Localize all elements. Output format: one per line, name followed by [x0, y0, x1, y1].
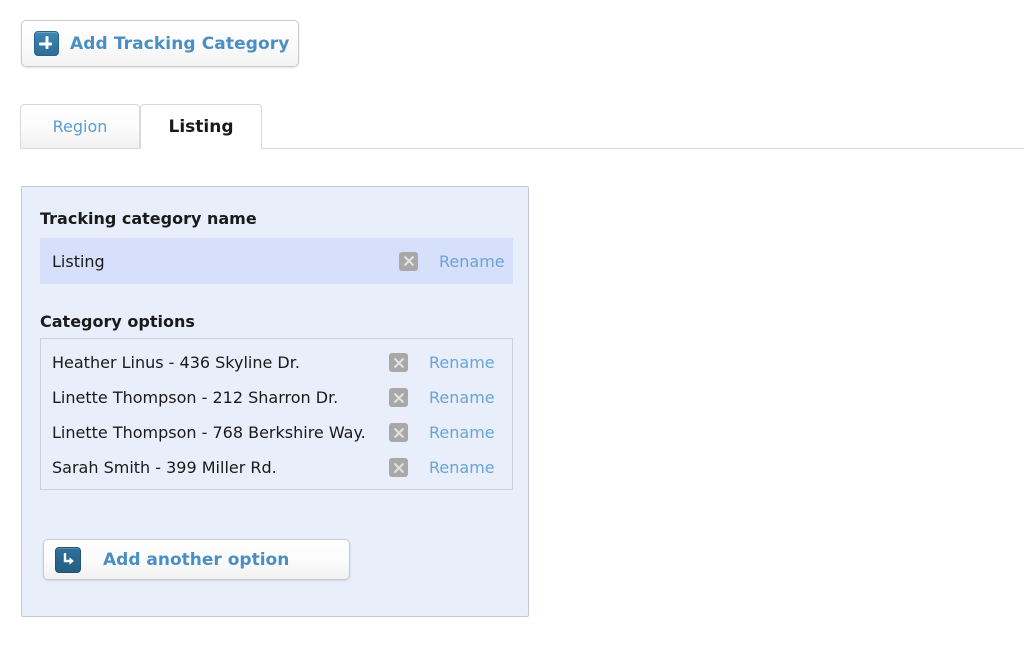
add-another-option-button[interactable]: Add another option — [43, 539, 350, 580]
tab-strip: Region Listing — [0, 104, 1024, 150]
close-x-icon[interactable] — [389, 423, 408, 442]
list-item: Linette Thompson - 212 Sharron Dr. Renam… — [41, 380, 512, 415]
tracking-category-name-heading: Tracking category name — [40, 209, 257, 228]
option-label: Sarah Smith - 399 Miller Rd. — [52, 458, 277, 477]
list-item: Linette Thompson - 768 Berkshire Way. Re… — [41, 415, 512, 450]
add-tracking-category-label: Add Tracking Category — [70, 33, 290, 54]
rename-option-link[interactable]: Rename — [429, 423, 495, 442]
tracking-category-panel: Tracking category name Listing Rename Ca… — [21, 186, 529, 617]
close-x-icon[interactable] — [399, 251, 418, 271]
rename-option-link[interactable]: Rename — [429, 388, 495, 407]
tracking-category-name-row: Listing Rename — [40, 238, 513, 284]
category-options-list: Heather Linus - 436 Skyline Dr. Rename L… — [40, 338, 513, 490]
category-options-heading: Category options — [40, 312, 195, 331]
rename-category-link[interactable]: Rename — [439, 252, 505, 271]
rename-option-link[interactable]: Rename — [429, 458, 495, 477]
option-label: Heather Linus - 436 Skyline Dr. — [52, 353, 300, 372]
tab-region-label: Region — [52, 117, 108, 136]
rename-option-link[interactable]: Rename — [429, 353, 495, 372]
plus-icon — [34, 31, 59, 56]
tab-listing-label: Listing — [168, 116, 234, 137]
list-item: Heather Linus - 436 Skyline Dr. Rename — [41, 345, 512, 380]
close-x-icon[interactable] — [389, 458, 408, 477]
add-tracking-category-button[interactable]: Add Tracking Category — [21, 20, 299, 67]
option-label: Linette Thompson - 768 Berkshire Way. — [52, 423, 366, 442]
add-another-option-label: Add another option — [103, 549, 290, 570]
arrow-turn-down-right-icon — [55, 546, 81, 573]
tab-region[interactable]: Region — [20, 104, 140, 149]
close-x-icon[interactable] — [389, 388, 408, 407]
option-label: Linette Thompson - 212 Sharron Dr. — [52, 388, 339, 407]
list-item: Sarah Smith - 399 Miller Rd. Rename — [41, 450, 512, 485]
close-x-icon[interactable] — [389, 353, 408, 372]
tab-listing[interactable]: Listing — [140, 104, 262, 149]
